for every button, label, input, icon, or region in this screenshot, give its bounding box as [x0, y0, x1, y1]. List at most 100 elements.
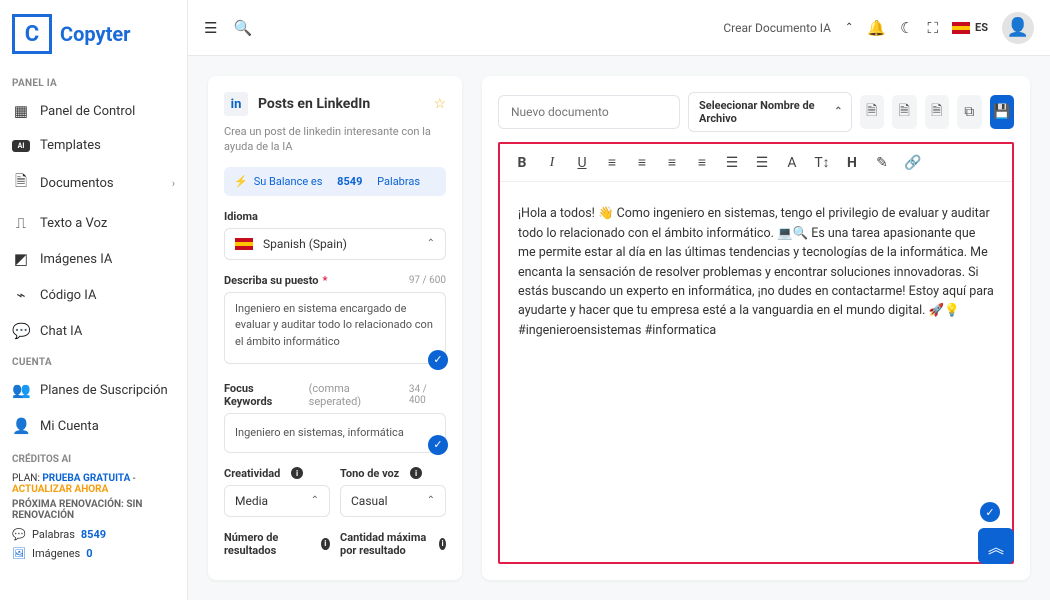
dashboard-icon: ▦ [12, 102, 30, 120]
credit-palabras: 💬 Palabras 8549 [12, 525, 175, 544]
creatividad-select[interactable]: Media ⌃ [224, 485, 330, 517]
tono-label: Tono de voz i [340, 467, 446, 480]
words-icon: 💬 [12, 528, 26, 541]
favorite-icon[interactable]: ☆ [433, 96, 446, 112]
nav-planes[interactable]: 👥 Planes de Suscripción [0, 372, 187, 408]
balance-box: ⚡ Su Balance es 8549 Palabras [224, 167, 446, 196]
tono-select[interactable]: Casual ⌃ [340, 485, 446, 517]
underline-icon[interactable]: U [574, 155, 590, 171]
nav-templates[interactable]: AI Templates [0, 129, 187, 162]
nav-chat[interactable]: 💬 Chat IA [0, 313, 187, 349]
flag-es-icon [952, 22, 970, 34]
ordered-list-icon[interactable]: ☰ [724, 155, 740, 171]
documents-icon: 🗎 [12, 171, 30, 196]
crear-doc-label[interactable]: Crear Documento IA [723, 21, 831, 35]
align-justify-icon[interactable]: ≡ [694, 154, 710, 171]
logo-letter: C [25, 22, 39, 47]
scroll-top-button[interactable]: ︽ [978, 528, 1014, 564]
flag-es-icon [235, 238, 253, 250]
logo-text: Copyter [60, 22, 130, 46]
bell-icon[interactable]: 🔔 [867, 19, 886, 37]
image-icon: ◩ [12, 250, 30, 268]
numres-label: Número de resultados i [224, 531, 330, 557]
heading-icon[interactable]: H [844, 155, 860, 171]
focus-counter: 34 / 400 [409, 384, 446, 406]
desc-label: Describa su puesto* 97 / 600 [224, 274, 446, 287]
check-icon: ✓ [428, 350, 448, 370]
editor-toolbar: B I U ≡ ≡ ≡ ≡ ☰ ☰ A T↕ H ✎ 🔗 [500, 144, 1012, 182]
code-icon: ⌁ [12, 286, 30, 304]
logo[interactable]: C Copyter [0, 10, 187, 70]
account-icon: 👤 [12, 417, 30, 435]
section-cuenta: CUENTA [0, 349, 187, 372]
chevron-right-icon: › [172, 177, 175, 190]
nav-imagenes[interactable]: ◩ Imágenes IA [0, 241, 187, 277]
info-icon[interactable]: i [439, 538, 446, 550]
idioma-select[interactable]: Spanish (Spain) ⌃ [224, 228, 446, 260]
topbar: ☰ 🔍 Crear Documento IA ⌃ 🔔 ☾ ⛶ ES 👤 [188, 0, 1050, 56]
desc-counter: 97 / 600 [409, 275, 446, 286]
menu-icon[interactable]: ☰ [204, 19, 217, 37]
avatar[interactable]: 👤 [1002, 12, 1034, 44]
doc-action-2[interactable]: 🗎 [892, 95, 917, 129]
info-icon[interactable]: i [321, 538, 330, 550]
template-form-panel: in Posts en LinkedIn ☆ Crea un post de l… [208, 76, 462, 580]
chat-icon: 💬 [12, 322, 30, 340]
credits-block: CRÉDITOS AI PLAN: PRUEBA GRATUITA - ACTU… [0, 444, 187, 573]
chevron-up-icon: ⌃ [427, 495, 435, 506]
language-switcher[interactable]: ES [952, 21, 988, 34]
linkedin-icon: in [224, 92, 248, 116]
nav-cuenta[interactable]: 👤 Mi Cuenta [0, 408, 187, 444]
nav-texto-voz[interactable]: ⎍ Texto a Voz [0, 205, 187, 241]
copy-button[interactable]: ⧉ [957, 95, 982, 129]
unordered-list-icon[interactable]: ☰ [754, 155, 770, 171]
template-subtitle: Crea un post de linkedin interesante con… [224, 124, 446, 155]
nav-codigo[interactable]: ⌁ Código IA [0, 277, 187, 313]
font-icon[interactable]: A [784, 155, 800, 171]
document-panel: Seleecionar Nombre de Archivo ⌃ 🗎 🗎 🗎 ⧉ … [482, 76, 1030, 580]
align-left-icon[interactable]: ≡ [604, 154, 620, 171]
save-button[interactable]: 💾 [990, 95, 1015, 129]
chevron-up-icon: ⌃ [311, 495, 319, 506]
italic-icon[interactable]: I [544, 155, 560, 171]
images-icon: 🖼 [12, 547, 26, 560]
double-chevron-up-icon: ︽ [988, 534, 1004, 558]
info-icon[interactable]: i [410, 467, 422, 479]
doc-name-input[interactable] [498, 95, 680, 129]
chevron-up-icon: ⌃ [427, 238, 435, 249]
info-icon[interactable]: i [291, 467, 303, 479]
template-title: Posts en LinkedIn [258, 96, 423, 112]
theme-icon[interactable]: ☾ [900, 19, 913, 37]
align-center-icon[interactable]: ≡ [634, 154, 650, 171]
creat-label: Creatividad i [224, 467, 330, 480]
nav-documentos[interactable]: 🗎 Documentos › [0, 162, 187, 205]
bold-icon[interactable]: B [514, 155, 530, 171]
link-icon[interactable]: 🔗 [904, 155, 920, 171]
plan-link[interactable]: PRUEBA GRATUITA [42, 473, 130, 484]
align-right-icon[interactable]: ≡ [664, 154, 680, 171]
check-icon: ✓ [428, 435, 448, 455]
credit-imagenes: 🖼 Imágenes 0 [12, 544, 175, 563]
doc-action-1[interactable]: 🗎 [860, 95, 885, 129]
audio-icon: ⎍ [12, 214, 30, 232]
text-height-icon[interactable]: T↕ [814, 154, 830, 171]
doc-action-3[interactable]: 🗎 [925, 95, 950, 129]
highlight-icon[interactable]: ✎ [874, 155, 890, 171]
focus-label: Focus Keywords (comma seperated) 34 / 40… [224, 382, 446, 408]
maxres-label: Cantidad máxima por resultado i [340, 531, 446, 557]
file-name-select[interactable]: Seleecionar Nombre de Archivo ⌃ [688, 92, 852, 132]
chevron-up-icon: ⌃ [834, 106, 842, 118]
user-icon: 👤 [1007, 17, 1029, 38]
search-icon[interactable]: 🔍 [233, 19, 252, 37]
focus-input[interactable] [224, 413, 446, 453]
desc-input[interactable] [224, 292, 446, 364]
idioma-label: Idioma [224, 210, 446, 223]
editor-box: B I U ≡ ≡ ≡ ≡ ☰ ☰ A T↕ H ✎ 🔗 [498, 142, 1014, 564]
nav-panel-control[interactable]: ▦ Panel de Control [0, 93, 187, 129]
section-panel-ia: PANEL IA [0, 70, 187, 93]
chevron-up-icon[interactable]: ⌃ [845, 22, 853, 33]
sidebar: C Copyter PANEL IA ▦ Panel de Control AI… [0, 0, 188, 600]
fullscreen-icon[interactable]: ⛶ [928, 19, 939, 37]
upgrade-link[interactable]: ACTUALIZAR AHORA [12, 484, 108, 495]
editor-content[interactable]: ¡Hola a todos! 👋 Como ingeniero en siste… [500, 182, 1012, 562]
